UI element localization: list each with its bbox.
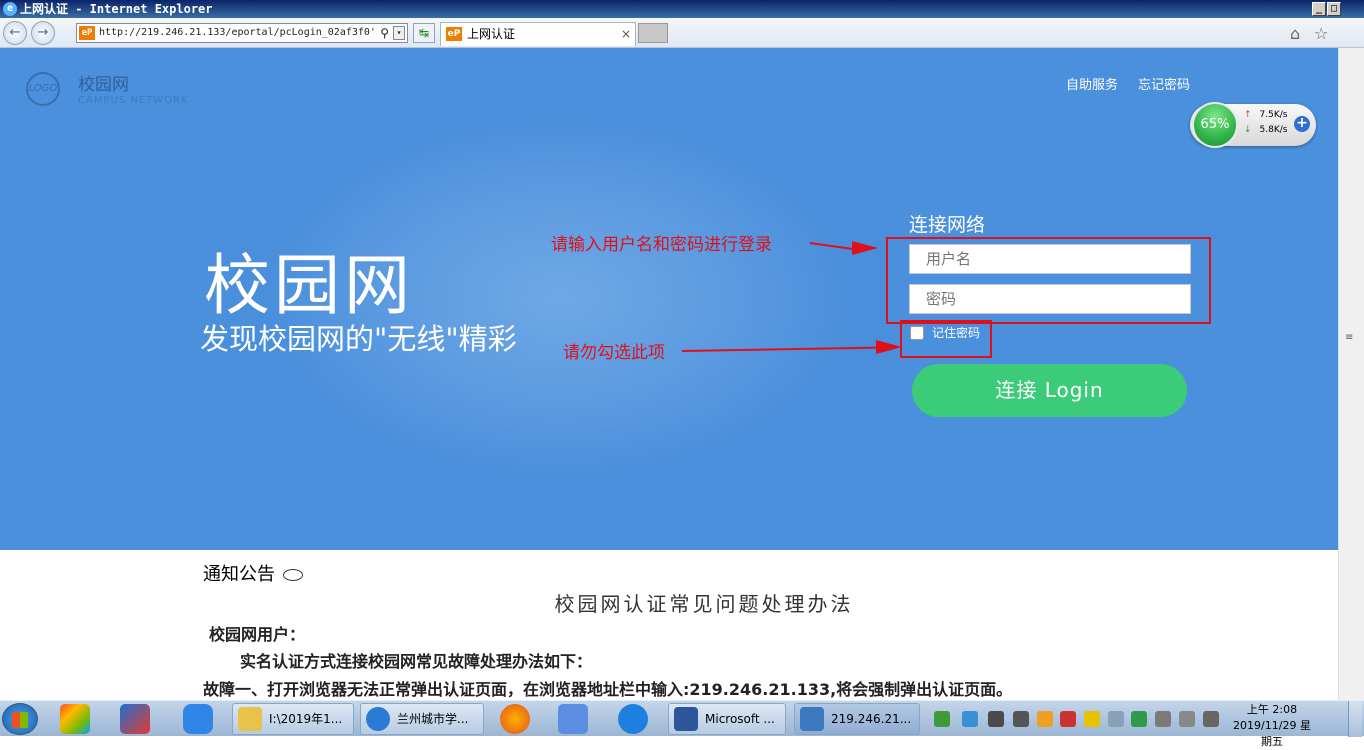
hero-title: 校园网 [204,247,414,324]
sogou-browser-icon [366,707,390,731]
upload-arrow-icon: ↑ [1244,110,1252,120]
download-speed: ↓ 5.8K/s [1244,125,1287,135]
refresh-button[interactable]: ↹ [413,23,435,43]
back-button[interactable]: ← [3,21,27,45]
forgot-password-link[interactable]: 忘记密码 [1138,74,1190,93]
notice-document-title: 校园网认证常见问题处理办法 [554,592,854,616]
search-icon[interactable]: ⚲ [380,24,389,42]
start-button[interactable] [2,703,38,735]
task-label: I:\2019年1... [269,712,343,726]
tab-title: 上网认证 [467,27,516,41]
browser-toolbar: ← → eP http://219.246.21.133/eportal/pcL… [0,18,1364,48]
task-label: 兰州城市学... [397,712,469,726]
annotation-box-credentials [886,237,1211,324]
annotation-arrow-line-1 [809,242,854,251]
firefox-icon[interactable] [500,704,530,734]
annotation-checkbox-text: 请勿勾选此项 [563,343,665,363]
browser-tab[interactable]: eP 上网认证 × [440,22,636,46]
address-url: http://219.246.21.133/eportal/pcLogin_02… [99,27,376,38]
address-dropdown-button[interactable]: ▾ [393,26,405,40]
wifi-tray-icon[interactable] [1155,711,1171,727]
taskbar-browser-task[interactable]: 兰州城市学... [360,703,484,735]
security-tray-icon[interactable] [1131,711,1147,727]
home-icon[interactable]: ⌂ [1290,24,1300,43]
speed-percent-ball: 65% [1192,102,1238,148]
annotation-arrowhead-2 [876,340,902,354]
download-speed-value: 5.8K/s [1259,125,1288,135]
ie-icon: e [3,2,17,16]
self-service-link[interactable]: 自助服务 [1066,74,1118,93]
hero-slogan: 发现校园网的"无线"精彩 [200,322,517,356]
notice-line: 故障一、打开浏览器无法正常弹出认证页面，在浏览器地址栏中输入:219.246.2… [203,680,1013,699]
annotation-arrowhead-1 [852,241,878,255]
window-title-bar: e 上网认证 - Internet Explorer _ □ [0,0,1364,18]
portal-brand-subtitle: CAMPUS NETWORK [78,95,189,106]
sound-device-tray-icon[interactable] [1108,711,1124,727]
minimize-button[interactable]: _ [1312,2,1326,16]
page-content: LOGO 校园网 CAMPUS NETWORK 自助服务 忘记密码 65% ↑ 7… [0,48,1338,700]
widget-plus-icon[interactable]: + [1294,116,1310,132]
battery-tray-icon[interactable] [934,711,950,727]
windows-taskbar: I:\2019年1... 兰州城市学... Microsoft ... 219.… [0,700,1364,748]
page-scrollbar[interactable]: ≡ [1338,48,1364,700]
volume-tray-icon[interactable] [1179,711,1195,727]
tab-close-icon[interactable]: × [621,23,631,45]
colorful-app-icon[interactable] [60,704,90,734]
task-label: Microsoft ... [705,712,775,726]
usb-tray-icon[interactable] [1203,711,1219,727]
notice-line: 实名认证方式连接校园网常见故障处理办法如下： [240,652,593,671]
annotation-arrow-line-2 [681,346,878,352]
tab-favicon-icon: eP [446,27,462,41]
upload-speed-value: 7.5K/s [1259,110,1288,120]
new-tab-button[interactable] [638,23,668,43]
windows-logo-icon [12,712,28,728]
notice-heading-text: 通知公告 [203,564,275,585]
scroll-grip-icon[interactable]: ≡ [1345,332,1353,343]
upload-speed: ↑ 7.5K/s [1244,110,1287,120]
network-tray-icon[interactable] [962,711,978,727]
forward-button[interactable]: → [31,21,55,45]
portal-logo: LOGO [26,72,60,106]
feishu-app-icon[interactable] [558,704,588,734]
taskbar-word-task[interactable]: Microsoft ... [668,703,786,735]
favorites-star-icon[interactable]: ☆ [1314,24,1328,43]
taskbar-remote-task[interactable]: 219.246.21... [794,703,920,735]
login-title: 连接网络 [909,214,986,236]
monitor-tray-icon[interactable] [1013,711,1029,727]
portal-brand: 校园网 [78,75,129,95]
hero-banner: LOGO 校园网 CAMPUS NETWORK 自助服务 忘记密码 65% ↑ 7… [0,48,1338,550]
word-icon [674,707,698,731]
taskbar-clock[interactable]: 上午 2:08 2019/11/29 星期五 [1228,702,1316,750]
notice-heading: 通知公告 [203,560,303,586]
page-favicon-icon: eP [79,26,95,40]
maximize-button[interactable]: □ [1327,2,1341,16]
taskbar-folder-task[interactable]: I:\2019年1... [232,703,354,735]
game-tray-icon[interactable] [1084,711,1100,727]
clock-date: 2019/11/29 星期五 [1233,719,1311,748]
annotation-box-checkbox [900,320,992,358]
task-label: 219.246.21... [831,712,912,726]
cloud-app-icon[interactable] [183,704,213,734]
window-title: 上网认证 - Internet Explorer [20,2,213,16]
update-tray-icon[interactable] [1037,711,1053,727]
network-speed-widget[interactable]: 65% ↑ 7.5K/s ↓ 5.8K/s + [1190,102,1316,148]
clock-time: 上午 2:08 [1246,703,1298,716]
login-button[interactable]: 连接 Login [912,364,1187,417]
comment-bubble-icon [283,569,303,581]
notice-line: 校园网用户： [209,625,306,644]
app-tray-icon[interactable] [988,711,1004,727]
show-desktop-button[interactable] [1348,701,1362,737]
chart-app-icon[interactable] [120,704,150,734]
address-bar[interactable]: eP http://219.246.21.133/eportal/pcLogin… [76,23,408,43]
folder-icon [238,707,262,731]
chart-tray-icon[interactable] [1060,711,1076,727]
remote-desktop-icon [800,707,824,731]
download-arrow-icon: ↓ [1244,125,1252,135]
kugou-app-icon[interactable] [618,704,648,734]
annotation-login-text: 请输入用户名和密码进行登录 [551,235,772,255]
